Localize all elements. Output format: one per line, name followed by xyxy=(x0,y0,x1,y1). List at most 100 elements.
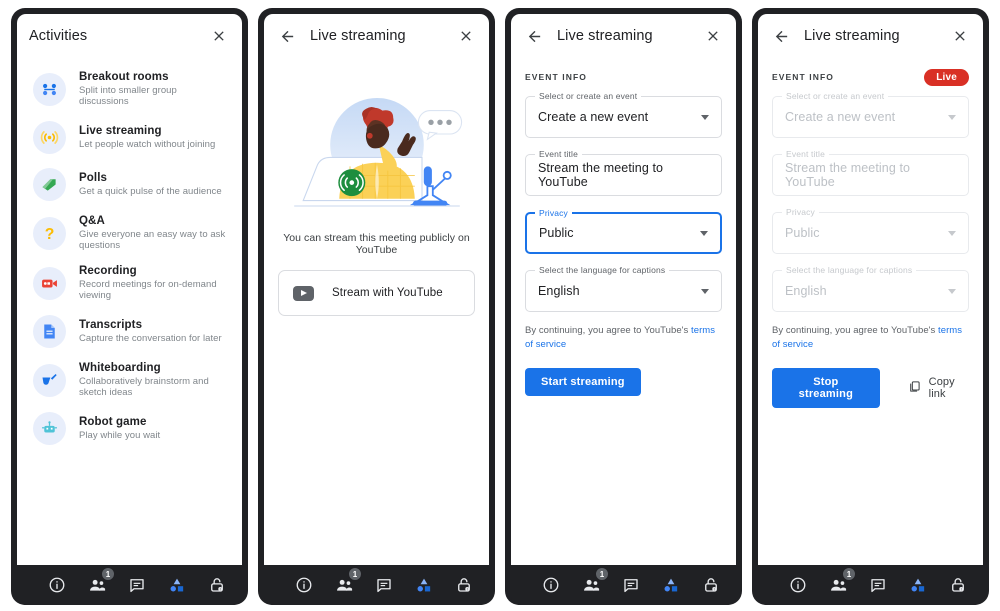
privacy-value: Public xyxy=(785,226,820,240)
activities-button[interactable] xyxy=(166,574,188,596)
list-item[interactable]: ? Q&A Give everyone an easy way to ask q… xyxy=(17,208,242,258)
people-button[interactable]: 1 xyxy=(86,567,115,596)
list-item[interactable]: Whiteboarding Collaboratively brainstorm… xyxy=(17,355,242,405)
terms-notice: By continuing, you agree to YouTube's te… xyxy=(525,324,722,352)
screen-activities: Activities Breakout rooms Split into sma… xyxy=(17,14,242,565)
activities-list: Breakout rooms Split into smaller group … xyxy=(17,58,242,452)
meeting-details-button[interactable] xyxy=(46,574,68,596)
privacy-label: Privacy xyxy=(535,208,572,219)
arrow-back-icon[interactable] xyxy=(770,25,792,47)
copy-icon xyxy=(908,380,921,396)
chat-button[interactable] xyxy=(126,574,148,596)
status-badge: Live xyxy=(924,68,969,86)
stream-setup-actions: Start streaming xyxy=(525,368,722,396)
arrow-back-icon[interactable] xyxy=(276,25,298,47)
meeting-details-button[interactable] xyxy=(293,574,315,596)
meeting-details-button[interactable] xyxy=(787,574,809,596)
qa-icon: ? xyxy=(33,216,66,250)
people-button[interactable]: 1 xyxy=(827,567,856,596)
event-title-field[interactable]: Event title Stream the meeting to YouTub… xyxy=(525,149,722,196)
chat-button[interactable] xyxy=(867,574,889,596)
event-select-field[interactable]: Select or create an event Create a new e… xyxy=(525,91,722,138)
robot-game-icon xyxy=(33,412,66,445)
start-streaming-button[interactable]: Start streaming xyxy=(525,368,641,396)
event-title-field: Event title Stream the meeting to YouTub… xyxy=(772,149,969,196)
captions-language-value: English xyxy=(785,284,827,298)
captions-language-label: Select the language for captions xyxy=(535,265,670,276)
people-button[interactable]: 1 xyxy=(580,567,609,596)
people-count-badge: 1 xyxy=(595,567,609,581)
chat-button[interactable] xyxy=(620,574,642,596)
phone-frame-stream-setup: Live streaming EVENT INFO Select or crea… xyxy=(505,8,742,605)
list-item-title: Polls xyxy=(79,172,107,184)
stream-with-youtube-button[interactable]: Stream with YouTube xyxy=(278,270,475,316)
event-select-value: Create a new event xyxy=(538,110,649,124)
activities-button[interactable] xyxy=(413,574,435,596)
stop-streaming-button[interactable]: Stop streaming xyxy=(772,368,880,408)
terms-prefix: By continuing, you agree to YouTube's xyxy=(772,325,939,336)
event-title-value: Stream the meeting to YouTube xyxy=(785,161,911,189)
list-item-title: Recording xyxy=(79,265,137,277)
event-title-label: Event title xyxy=(782,149,829,160)
copy-link-button[interactable]: Copy link xyxy=(908,376,969,400)
page-title: Live streaming xyxy=(804,28,900,44)
list-item-subtitle: Get a quick pulse of the audience xyxy=(79,186,222,197)
list-item[interactable]: Polls Get a quick pulse of the audience xyxy=(17,161,242,208)
list-item[interactable]: Robot game Play while you wait xyxy=(17,405,242,452)
close-icon[interactable] xyxy=(702,25,724,47)
list-item-text: Transcripts Capture the conversation for… xyxy=(79,319,222,344)
host-controls-button[interactable]: ! xyxy=(453,574,475,596)
list-item-text: Robot game Play while you wait xyxy=(79,416,160,441)
stream-setup-form: EVENT INFO Select or create an event Cre… xyxy=(511,58,736,396)
list-item[interactable]: Breakout rooms Split into smaller group … xyxy=(17,64,242,114)
people-count-badge: 1 xyxy=(101,567,115,581)
activities-panel-header: Activities xyxy=(17,14,242,58)
terms-notice: By continuing, you agree to YouTube's te… xyxy=(772,324,969,352)
list-item-text: Live streaming Let people watch without … xyxy=(79,125,215,150)
list-item[interactable]: Transcripts Capture the conversation for… xyxy=(17,308,242,355)
privacy-field[interactable]: Privacy Public xyxy=(525,208,722,254)
list-item[interactable]: Recording Record meetings for on-demand … xyxy=(17,258,242,308)
chevron-down-icon xyxy=(700,230,708,236)
activities-button[interactable] xyxy=(660,574,682,596)
event-info-section-header: EVENT INFO xyxy=(525,66,722,88)
host-controls-button[interactable]: ! xyxy=(947,574,969,596)
chat-button[interactable] xyxy=(373,574,395,596)
chevron-down-icon xyxy=(948,114,956,120)
phone-frame-stream-live: Live streaming EVENT INFO Live Select or… xyxy=(752,8,989,605)
copy-link-label: Copy link xyxy=(928,376,955,400)
privacy-label: Privacy xyxy=(782,207,819,218)
list-item-subtitle: Collaboratively brainstorm and sketch id… xyxy=(79,376,209,398)
stream-live-form: EVENT INFO Live Select or create an even… xyxy=(758,58,983,408)
arrow-back-icon[interactable] xyxy=(523,25,545,47)
svg-text:!: ! xyxy=(714,587,715,591)
close-icon[interactable] xyxy=(949,25,971,47)
screenshot-stage: Activities Breakout rooms Split into sma… xyxy=(0,0,1000,611)
screen-stream-setup: Live streaming EVENT INFO Select or crea… xyxy=(511,14,736,565)
list-item[interactable]: Live streaming Let people watch without … xyxy=(17,114,242,161)
screen-stream-intro: Live streaming You can stream this meeti… xyxy=(264,14,489,565)
page-title: Live streaming xyxy=(557,28,653,44)
host-controls-button[interactable]: ! xyxy=(700,574,722,596)
list-item-subtitle: Play while you wait xyxy=(79,430,161,441)
close-icon[interactable] xyxy=(208,25,230,47)
screen-stream-live: Live streaming EVENT INFO Live Select or… xyxy=(758,14,983,565)
page-title: Activities xyxy=(29,28,88,44)
captions-language-field[interactable]: Select the language for captions English xyxy=(525,265,722,312)
chevron-down-icon xyxy=(948,230,956,236)
activities-button[interactable] xyxy=(907,574,929,596)
phone-frame-activities: Activities Breakout rooms Split into sma… xyxy=(11,8,248,605)
meeting-details-button[interactable] xyxy=(540,574,562,596)
event-title-value: Stream the meeting to YouTube xyxy=(538,161,664,189)
event-select-value: Create a new event xyxy=(785,110,896,124)
event-title-label: Event title xyxy=(535,149,582,160)
list-item-subtitle: Let people watch without joining xyxy=(79,139,216,150)
people-button[interactable]: 1 xyxy=(333,567,362,596)
list-item-subtitle: Capture the conversation for later xyxy=(79,333,222,344)
chevron-down-icon xyxy=(948,288,956,294)
close-icon[interactable] xyxy=(455,25,477,47)
transcripts-icon xyxy=(33,315,66,348)
section-title: EVENT INFO xyxy=(772,72,835,82)
captions-language-value: English xyxy=(538,284,580,298)
host-controls-button[interactable]: ! xyxy=(206,574,228,596)
